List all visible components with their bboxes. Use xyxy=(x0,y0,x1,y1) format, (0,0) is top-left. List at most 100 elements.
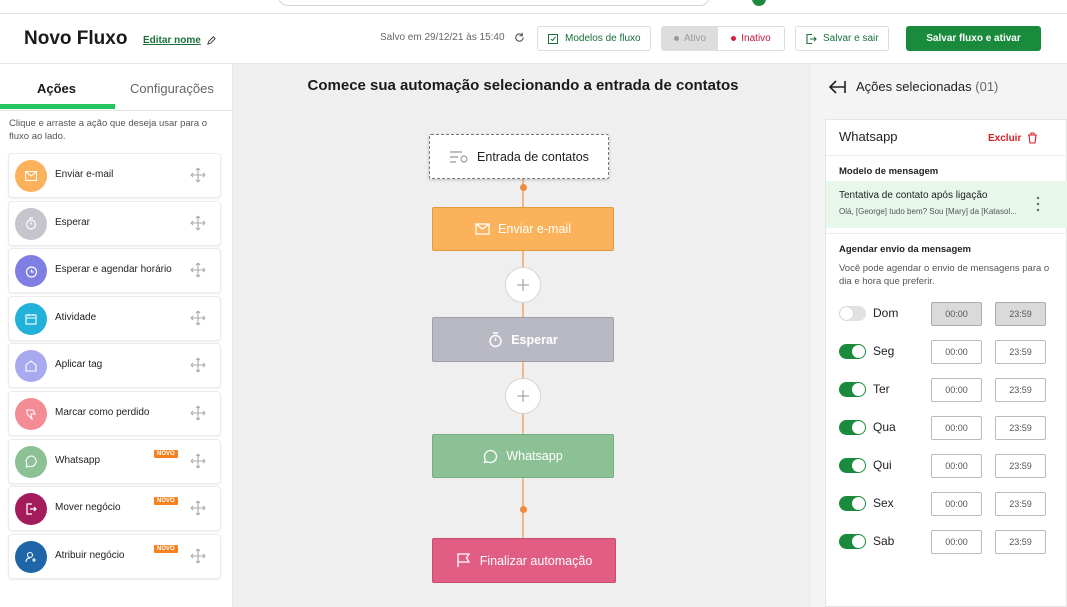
drag-handle-icon[interactable] xyxy=(190,262,206,283)
status-dot-icon xyxy=(673,36,679,41)
start-time-field[interactable]: 00:00 xyxy=(931,378,982,402)
start-time-field[interactable]: 00:00 xyxy=(931,416,982,440)
add-step-button[interactable] xyxy=(505,267,541,303)
action-item-atividade[interactable]: Atividade xyxy=(8,295,221,341)
day-toggle-switch[interactable] xyxy=(839,344,866,359)
end-time-field[interactable]: 23:59 xyxy=(995,492,1046,516)
drag-handle-icon[interactable] xyxy=(190,310,206,331)
divider xyxy=(826,233,1067,234)
save-exit-button[interactable]: Salvar e sair xyxy=(795,26,889,51)
drag-handle-icon[interactable] xyxy=(190,215,206,236)
day-name: Seg xyxy=(873,344,895,358)
edit-name-link[interactable]: Editar nome xyxy=(143,35,217,46)
calendar-icon xyxy=(15,302,47,335)
plus-icon xyxy=(517,279,529,291)
new-badge: NOVO xyxy=(154,544,178,553)
canvas-title: Comece sua automação selecionando a entr… xyxy=(307,77,739,94)
whatsapp-icon xyxy=(15,445,47,478)
status-toggle[interactable]: Ativo Inativo xyxy=(661,26,785,51)
day-name: Qui xyxy=(873,458,892,472)
day-toggle-switch[interactable] xyxy=(839,496,866,511)
whatsapp-action-card: Whatsapp Excluir Modelo de mensagem Tent… xyxy=(825,119,1067,607)
node-wait[interactable]: Esperar xyxy=(432,317,614,362)
node-end-automation[interactable]: Finalizar automação xyxy=(432,538,616,583)
tab-settings[interactable]: Configurações xyxy=(130,81,214,96)
refresh-icon[interactable] xyxy=(514,32,525,43)
active-tab-indicator xyxy=(0,104,115,109)
action-item-esperar-e-agendar-horario[interactable]: Esperar e agendar horário xyxy=(8,248,221,294)
pencil-icon xyxy=(206,36,216,45)
node-contacts-entry[interactable]: Entrada de contatos xyxy=(429,134,609,179)
status-active-option[interactable]: Ativo xyxy=(662,27,718,50)
action-item-marcar-como-perdido[interactable]: Marcar como perdido xyxy=(8,390,221,436)
start-time-field[interactable]: 00:00 xyxy=(931,492,982,516)
action-item-aplicar-tag[interactable]: Aplicar tag xyxy=(8,343,221,389)
node-send-email[interactable]: Enviar e-mail xyxy=(432,207,614,251)
node-whatsapp-label: Whatsapp xyxy=(506,449,563,463)
top-search-bar[interactable] xyxy=(278,0,710,6)
save-activate-button[interactable]: Salvar fluxo e ativar xyxy=(906,26,1041,51)
trash-icon xyxy=(1028,132,1038,144)
delete-button[interactable]: Excluir xyxy=(988,132,1038,144)
action-item-mover-negocio[interactable]: Mover negócio NOVO xyxy=(8,486,221,532)
drag-handle-icon[interactable] xyxy=(190,548,206,569)
end-time-field[interactable]: 23:59 xyxy=(995,378,1046,402)
day-toggle-switch[interactable] xyxy=(839,534,866,549)
schedule-section-title: Agendar envio da mensagem xyxy=(839,244,971,255)
node-end-automation-label: Finalizar automação xyxy=(479,553,593,568)
timer-icon xyxy=(489,331,502,347)
end-time-field[interactable]: 23:59 xyxy=(995,340,1046,364)
flow-models-button[interactable]: Modelos de fluxo xyxy=(537,26,651,51)
action-item-whatsapp[interactable]: Whatsapp NOVO xyxy=(8,438,221,484)
schedule-description: Você pode agendar o envio de mensagens p… xyxy=(839,263,1050,287)
filter-settings-icon xyxy=(450,150,468,163)
start-time-field[interactable]: 00:00 xyxy=(931,302,982,326)
action-label: Esperar e agendar horário xyxy=(55,264,172,276)
flow-canvas[interactable]: Comece sua automação selecionando a entr… xyxy=(233,64,811,607)
toggle-knob xyxy=(852,345,865,358)
back-arrow-icon[interactable] xyxy=(828,79,846,94)
day-toggle-switch[interactable] xyxy=(839,420,866,435)
end-time-field[interactable]: 23:59 xyxy=(995,302,1046,326)
start-time-field[interactable]: 00:00 xyxy=(931,454,982,478)
toggle-knob xyxy=(840,307,853,320)
action-label: Atividade xyxy=(55,311,97,323)
template-title: Tentativa de contato após ligação xyxy=(839,190,988,201)
day-toggle-switch[interactable] xyxy=(839,382,866,397)
action-item-esperar[interactable]: Esperar xyxy=(8,200,221,246)
drag-handle-icon[interactable] xyxy=(190,500,206,521)
timer-icon xyxy=(15,207,47,240)
end-time-field[interactable]: 23:59 xyxy=(995,416,1046,440)
schedule-row-sab: Sab 00:00 23:59 xyxy=(839,530,1061,554)
status-inactive-option[interactable]: Inativo xyxy=(718,27,784,50)
sidebar-tabs: Ações Configurações xyxy=(0,64,232,111)
day-name: Sab xyxy=(873,534,895,548)
action-label: Whatsapp xyxy=(55,454,101,466)
drag-handle-icon[interactable] xyxy=(190,357,206,378)
end-time-field[interactable]: 23:59 xyxy=(995,454,1046,478)
start-time-field[interactable]: 00:00 xyxy=(931,530,982,554)
tab-actions[interactable]: Ações xyxy=(37,81,76,96)
toggle-knob xyxy=(852,459,865,472)
action-item-atribuir-negocio[interactable]: Atribuir negócio NOVO xyxy=(8,533,221,579)
thumbs-down-icon xyxy=(15,397,47,430)
add-step-button[interactable] xyxy=(505,378,541,414)
tag-icon xyxy=(15,350,47,383)
message-template-item[interactable]: Tentativa de contato após ligação Olá, [… xyxy=(826,181,1067,228)
edit-name-label: Editar nome xyxy=(143,35,201,46)
day-toggle-switch[interactable] xyxy=(839,458,866,473)
start-time-field[interactable]: 00:00 xyxy=(931,340,982,364)
drag-handle-icon[interactable] xyxy=(190,167,206,188)
selected-actions-label: Ações selecionadas xyxy=(856,79,972,94)
new-badge: NOVO xyxy=(154,449,178,458)
action-label: Marcar como perdido xyxy=(55,406,150,418)
drag-handle-icon[interactable] xyxy=(190,453,206,474)
day-name: Sex xyxy=(873,496,894,510)
node-whatsapp[interactable]: Whatsapp xyxy=(432,434,614,478)
action-item-enviar-e-mail[interactable]: Enviar e-mail xyxy=(8,153,221,198)
drag-handle-icon[interactable] xyxy=(190,405,206,426)
end-time-field[interactable]: 23:59 xyxy=(995,530,1046,554)
kebab-menu-icon[interactable] xyxy=(1034,194,1042,214)
save-status: Salvo em 29/12/21 às 15:40 xyxy=(380,32,525,43)
day-toggle-switch[interactable] xyxy=(839,306,866,321)
